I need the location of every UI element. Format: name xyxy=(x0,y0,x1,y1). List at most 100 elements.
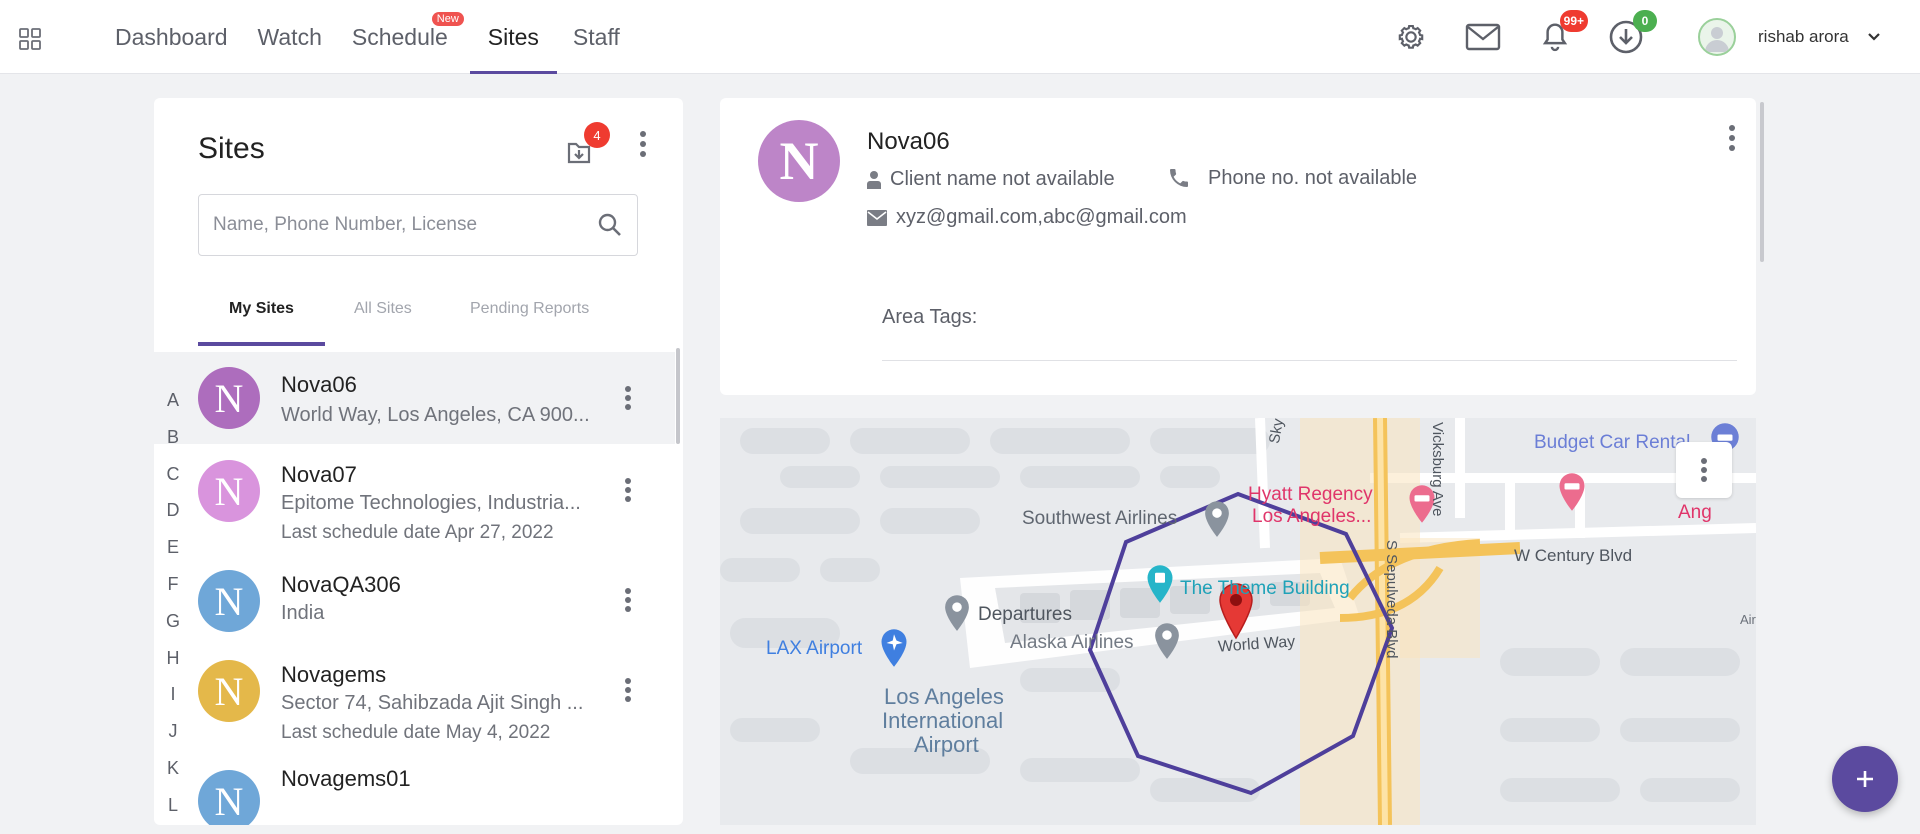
alpha-letter[interactable]: B xyxy=(154,427,192,464)
map-label: Los Angeles... xyxy=(1252,506,1372,527)
search-icon[interactable] xyxy=(597,212,623,238)
area-tags-label: Area Tags: xyxy=(882,306,978,328)
more-vert-icon xyxy=(625,478,631,502)
nav-tab-label: Sites xyxy=(487,23,539,50)
alpha-letter[interactable]: H xyxy=(154,648,192,685)
site-list-item[interactable]: N Nova07 Epitome Technologies, Industria… xyxy=(154,444,675,554)
download-count-badge: 0 xyxy=(1633,10,1657,32)
site-map[interactable]: Budget Car Rental Hyatt Regency Los Ange… xyxy=(720,418,1756,825)
alpha-letter[interactable]: F xyxy=(154,574,192,611)
map-label: Southwest Airlines xyxy=(1022,508,1178,529)
site-avatar: N xyxy=(198,770,260,825)
site-list-item[interactable]: N Nova06 World Way, Los Angeles, CA 900.… xyxy=(154,352,675,444)
map-label: Air xyxy=(1740,612,1756,627)
alpha-letter[interactable]: A xyxy=(154,390,192,427)
new-badge: New xyxy=(431,12,464,26)
import-count-badge: 4 xyxy=(584,122,610,148)
map-label: LAX Airport xyxy=(766,638,863,659)
site-avatar: N xyxy=(198,570,260,632)
alpha-letter[interactable]: I xyxy=(154,684,192,721)
mail-button[interactable] xyxy=(1464,18,1502,56)
nav-tab-label: Schedule xyxy=(351,23,448,50)
sites-panel: Sites 4 My Sites All Sites Pending Repor… xyxy=(154,98,683,825)
top-nav-bar: Dashboard Watch Schedule New Sites Staff… xyxy=(0,0,1920,74)
tab-all-sites[interactable]: All Sites xyxy=(354,290,431,346)
user-menu[interactable]: rishab arora xyxy=(1698,18,1881,56)
mail-icon xyxy=(1465,23,1501,51)
nav-tab-schedule[interactable]: Schedule New xyxy=(337,0,470,74)
site-more-button[interactable] xyxy=(616,582,640,618)
site-more-button[interactable] xyxy=(616,672,640,708)
tab-pending-reports[interactable]: Pending Reports xyxy=(470,290,620,346)
site-avatar: N xyxy=(198,660,260,722)
map-label: Airport xyxy=(914,732,979,757)
site-avatar: N xyxy=(198,460,260,522)
map-more-button[interactable] xyxy=(1676,442,1732,498)
user-icon xyxy=(1705,27,1729,52)
map-marker-icon xyxy=(945,595,969,631)
more-vert-icon xyxy=(625,386,631,410)
map-label: Budget Car Rental xyxy=(1534,432,1691,453)
nav-tab-label: Staff xyxy=(572,23,620,50)
map-label: W Century Blvd xyxy=(1514,546,1633,565)
site-address: India xyxy=(281,602,325,624)
site-name: Novagems xyxy=(281,662,387,687)
site-list-item[interactable]: N Novagems Sector 74, Sahibzada Ajit Sin… xyxy=(154,646,675,760)
map-label: Alaska Airlines xyxy=(1010,632,1134,653)
site-filter-tabs: My Sites All Sites Pending Reports xyxy=(198,290,663,346)
settings-button[interactable] xyxy=(1392,18,1430,56)
alpha-letter[interactable]: G xyxy=(154,611,192,648)
nav-tab-watch[interactable]: Watch xyxy=(243,0,337,74)
site-list-item[interactable]: N NovaQA306 India xyxy=(154,554,675,646)
site-detail-avatar: N xyxy=(758,120,840,202)
site-more-button[interactable] xyxy=(616,380,640,416)
main-nav-tabs: Dashboard Watch Schedule New Sites Staff xyxy=(100,0,636,74)
tab-my-sites[interactable]: My Sites xyxy=(198,290,325,346)
email-info: xyz@gmail.com,abc@gmail.com xyxy=(866,206,1187,229)
notifications-button[interactable]: 99+ xyxy=(1536,10,1588,56)
import-sites-button[interactable]: 4 xyxy=(564,122,610,166)
tab-label: All Sites xyxy=(354,300,412,317)
list-scrollbar[interactable] xyxy=(676,348,680,444)
alpha-letter[interactable]: D xyxy=(154,500,192,537)
site-more-button[interactable] xyxy=(616,472,640,508)
chevron-down-icon xyxy=(1867,33,1880,41)
site-list-item[interactable]: N Novagems01 xyxy=(154,760,675,825)
nav-tab-sites[interactable]: Sites xyxy=(469,0,558,74)
alpha-letter[interactable]: J xyxy=(154,721,192,758)
nav-tab-label: Watch xyxy=(257,23,322,50)
hotel-marker-icon xyxy=(1559,473,1585,511)
gear-icon xyxy=(1398,25,1424,49)
nav-tab-dashboard[interactable]: Dashboard xyxy=(100,0,243,74)
map-label: Hyatt Regency xyxy=(1248,484,1373,505)
site-name: Novagems01 xyxy=(281,766,411,791)
map-label: S Sepulveda Blvd xyxy=(1383,540,1400,659)
site-name: Nova07 xyxy=(281,462,357,487)
nav-tab-staff[interactable]: Staff xyxy=(557,0,636,74)
notification-count-badge: 99+ xyxy=(1559,10,1588,32)
site-last-schedule: Last schedule date Apr 27, 2022 xyxy=(281,522,554,543)
site-name: NovaQA306 xyxy=(281,572,401,597)
site-address: Epitome Technologies, Industria... xyxy=(281,492,581,514)
add-site-button[interactable] xyxy=(1832,746,1898,812)
alpha-letter[interactable]: E xyxy=(154,537,192,574)
apps-grid-icon[interactable] xyxy=(18,27,42,51)
detail-scrollbar[interactable] xyxy=(1760,102,1764,262)
search-input[interactable] xyxy=(213,214,597,236)
alpha-letter[interactable]: C xyxy=(154,464,192,501)
map-marker-icon xyxy=(1205,501,1229,537)
phone-icon xyxy=(1170,169,1188,187)
phone-info: Phone no. not available xyxy=(1166,166,1417,190)
plus-icon xyxy=(1857,771,1873,787)
tab-label: My Sites xyxy=(229,300,294,317)
alpha-letter[interactable]: L xyxy=(154,795,192,825)
nav-tab-label: Dashboard xyxy=(115,23,228,50)
phone-number: Phone no. not available xyxy=(1208,166,1418,189)
alpha-letter[interactable]: K xyxy=(154,758,192,795)
downloads-button[interactable]: 0 xyxy=(1607,10,1657,56)
detail-more-button[interactable] xyxy=(1720,120,1744,156)
user-name: rishab arora xyxy=(1758,27,1849,46)
client-name: Client name not available xyxy=(890,168,1115,190)
panel-more-button[interactable] xyxy=(628,126,658,162)
map-label: Ang xyxy=(1678,502,1712,523)
